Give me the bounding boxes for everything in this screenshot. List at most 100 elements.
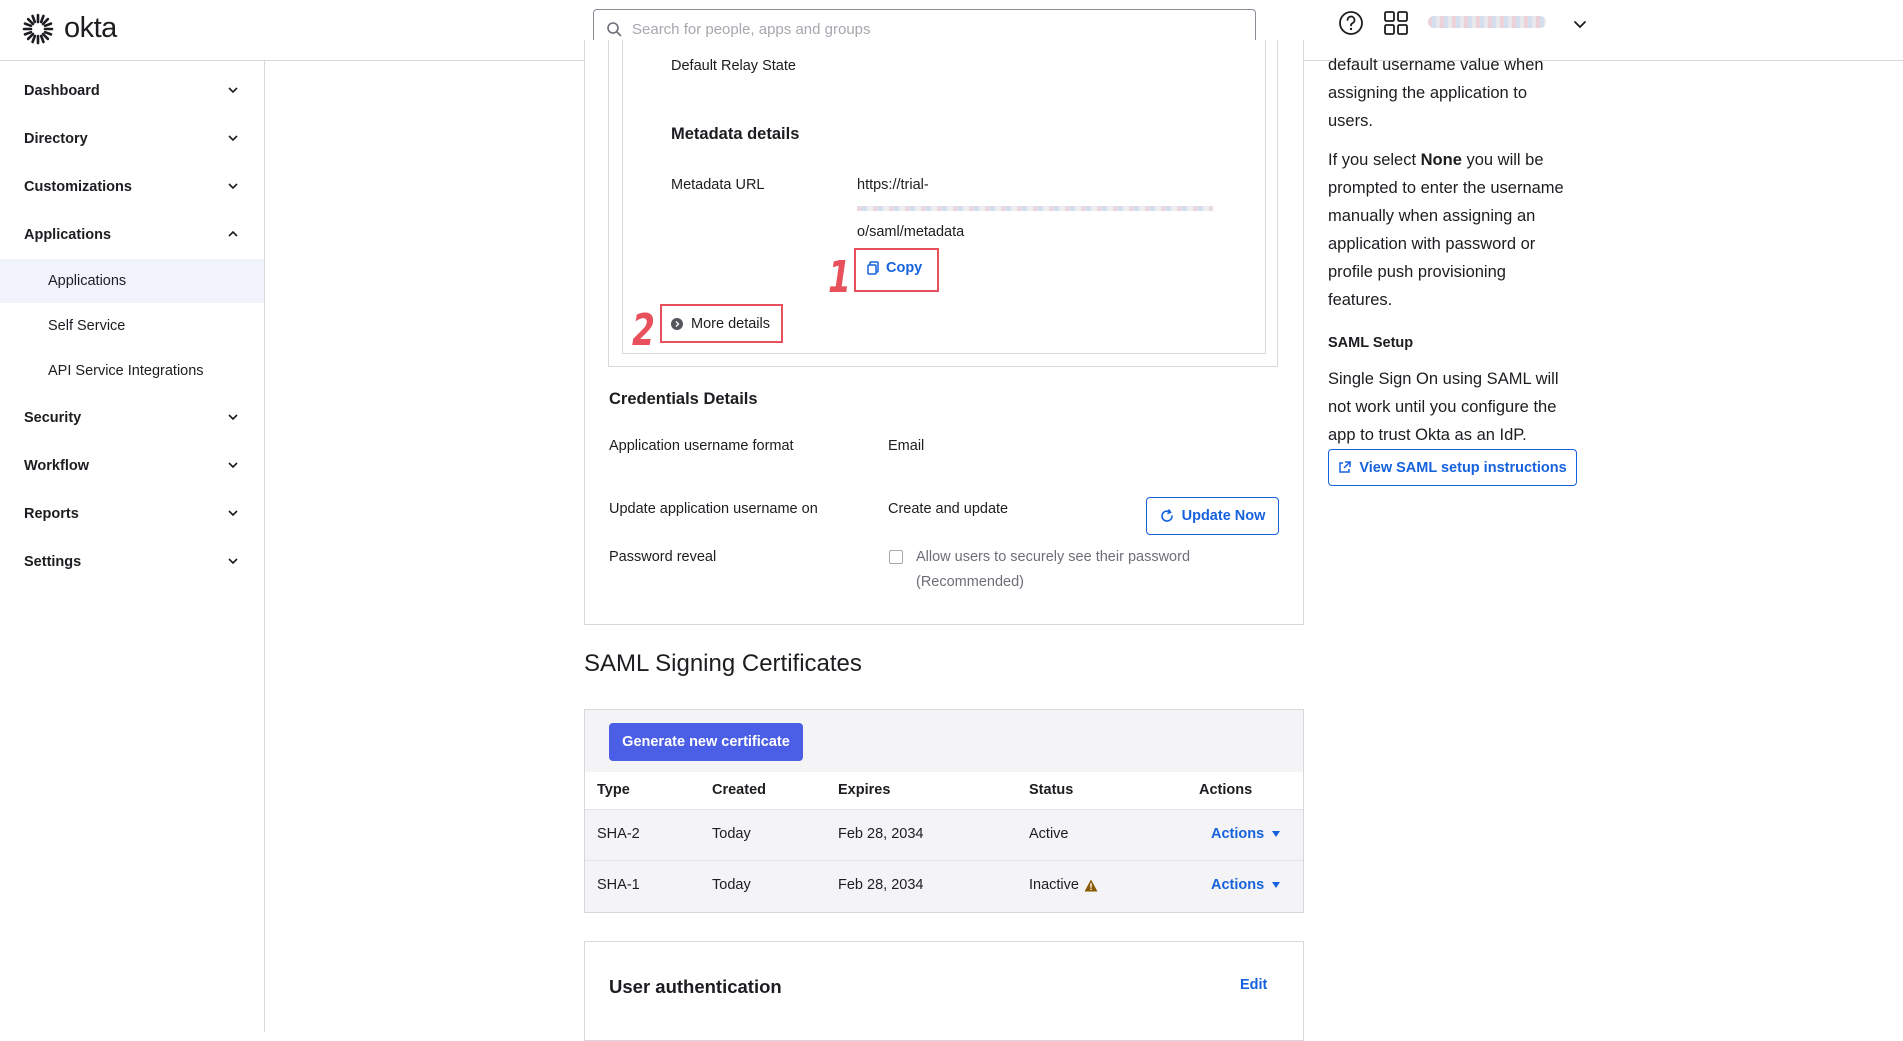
cert-status: Inactive xyxy=(1029,877,1079,893)
sidebar-item-label: Applications xyxy=(24,227,112,243)
help-line: not work until you configure the xyxy=(1328,398,1557,416)
sidebar-item-label: Directory xyxy=(24,131,88,147)
chevron-down-icon xyxy=(228,135,238,142)
certificates-table-header: Type Created Expires Status Actions xyxy=(585,772,1303,810)
more-details-label: More details xyxy=(691,316,770,332)
search-input[interactable] xyxy=(630,19,1234,39)
more-details-toggle[interactable]: More details xyxy=(671,316,770,332)
help-line: Single Sign On using SAML will xyxy=(1328,370,1559,388)
help-line: application with password or xyxy=(1328,235,1536,253)
user-authentication-edit-link[interactable]: Edit xyxy=(1240,977,1267,993)
saml-setup-heading: SAML Setup xyxy=(1328,335,1414,351)
sidebar-item-dashboard[interactable]: Dashboard xyxy=(0,71,264,111)
update-username-on-value: Create and update xyxy=(888,501,1009,517)
user-authentication-heading: User authentication xyxy=(609,976,782,997)
update-now-button[interactable]: Update Now xyxy=(1146,497,1279,535)
cert-created: Today xyxy=(712,877,751,893)
help-username-none: If you select None you will be prompted … xyxy=(1328,146,1564,314)
sidebar-item-label: Workflow xyxy=(24,458,89,474)
copy-button[interactable]: Copy xyxy=(867,260,922,276)
username-format-value: Email xyxy=(888,438,925,454)
view-saml-setup-label: View SAML setup instructions xyxy=(1359,459,1567,476)
refresh-icon xyxy=(1160,509,1173,522)
help-line: default username value when xyxy=(1328,56,1544,74)
col-status: Status xyxy=(1029,782,1074,798)
chevron-up-icon xyxy=(228,230,238,237)
sidebar-item-workflow[interactable]: Workflow xyxy=(0,446,264,486)
sidebar-subitem-label: Self Service xyxy=(48,318,126,334)
password-reveal-option-line2: (Recommended) xyxy=(916,574,1024,590)
help-icon[interactable] xyxy=(1338,10,1364,36)
help-text: you will be xyxy=(1461,151,1544,169)
help-line: profile push provisioning xyxy=(1328,263,1506,281)
chevron-right-circle-icon xyxy=(671,318,683,330)
cert-expires: Feb 28, 2034 xyxy=(838,877,924,893)
cert-status: Active xyxy=(1029,826,1069,842)
help-text: If you select xyxy=(1328,151,1421,169)
view-saml-setup-instructions-button[interactable]: View SAML setup instructions xyxy=(1328,449,1577,486)
copy-label: Copy xyxy=(886,260,923,276)
metadata-url-line3: o/saml/metadata xyxy=(857,224,965,240)
help-emphasis: None xyxy=(1420,151,1462,169)
help-line: manually when assigning an xyxy=(1328,207,1536,225)
sidebar-item-customizations[interactable]: Customizations xyxy=(0,167,264,207)
sidebar-subitem-api-service-integrations[interactable]: API Service Integrations xyxy=(0,349,264,393)
cert-type: SHA-1 xyxy=(597,877,640,893)
chevron-down-icon xyxy=(228,183,238,190)
help-line: prompted to enter the username xyxy=(1328,179,1564,197)
okta-logo[interactable]: okta xyxy=(22,12,117,45)
okta-sunburst-icon xyxy=(22,13,54,44)
external-link-icon xyxy=(1339,461,1352,473)
sidebar-item-label: Settings xyxy=(24,554,82,570)
help-line: features. xyxy=(1328,291,1393,309)
credentials-details-heading: Credentials Details xyxy=(609,390,758,408)
actions-label: Actions xyxy=(1211,877,1265,893)
warning-icon xyxy=(1084,879,1098,891)
account-chevron-down-icon[interactable] xyxy=(1573,20,1587,30)
sidebar-item-applications[interactable]: Applications xyxy=(0,215,264,255)
caret-down-icon xyxy=(1272,831,1281,837)
sidebar-item-directory[interactable]: Directory xyxy=(0,119,264,159)
table-row: SHA-2 Today Feb 28, 2034 Active Actions xyxy=(585,810,1303,861)
col-type: Type xyxy=(597,782,630,798)
chevron-down-icon xyxy=(228,510,238,517)
sidebar-item-label: Dashboard xyxy=(24,83,100,99)
logo-text: okta xyxy=(64,12,117,44)
help-username-default: default username value when assigning th… xyxy=(1328,51,1544,135)
copy-icon xyxy=(867,261,879,275)
app-grid-icon[interactable] xyxy=(1383,10,1409,36)
metadata-url-redacted xyxy=(857,206,1213,211)
search-icon xyxy=(607,22,622,37)
saml-setup-help: Single Sign On using SAML will not work … xyxy=(1328,365,1559,449)
chevron-down-icon xyxy=(228,414,238,421)
password-reveal-option-line1: Allow users to securely see their passwo… xyxy=(916,549,1191,565)
chevron-down-icon xyxy=(228,558,238,565)
password-reveal-checkbox[interactable] xyxy=(889,550,903,564)
annotation-number-1: 1 xyxy=(828,252,851,303)
sidebar-item-label: Customizations xyxy=(24,179,132,195)
col-actions: Actions xyxy=(1199,782,1253,798)
chevron-down-icon xyxy=(228,87,238,94)
cert-actions-dropdown[interactable]: Actions xyxy=(1211,826,1281,842)
caret-down-icon xyxy=(1272,882,1281,888)
sidebar-subitem-applications[interactable]: Applications xyxy=(0,259,264,303)
help-line: app to trust Okta as an IdP. xyxy=(1328,426,1527,444)
help-line: users. xyxy=(1328,112,1373,130)
col-expires: Expires xyxy=(838,782,891,798)
sidebar-item-reports[interactable]: Reports xyxy=(0,494,264,534)
update-username-on-label: Update application username on xyxy=(609,501,818,517)
sidebar-subitem-self-service[interactable]: Self Service xyxy=(0,304,264,348)
sidebar-item-settings[interactable]: Settings xyxy=(0,542,264,582)
default-relay-state-label: Default Relay State xyxy=(671,58,796,74)
cert-created: Today xyxy=(712,826,751,842)
user-account-name-redacted[interactable] xyxy=(1428,16,1546,28)
cert-type: SHA-2 xyxy=(597,826,640,842)
saml-certificates-heading: SAML Signing Certificates xyxy=(584,650,862,677)
sidebar-item-label: Security xyxy=(24,410,82,426)
sidebar-item-security[interactable]: Security xyxy=(0,398,264,438)
annotation-number-2: 2 xyxy=(632,305,655,356)
cert-actions-dropdown[interactable]: Actions xyxy=(1211,877,1281,893)
metadata-details-heading: Metadata details xyxy=(671,125,800,143)
metadata-url-label: Metadata URL xyxy=(671,177,765,193)
generate-new-certificate-button[interactable]: Generate new certificate xyxy=(609,723,803,761)
